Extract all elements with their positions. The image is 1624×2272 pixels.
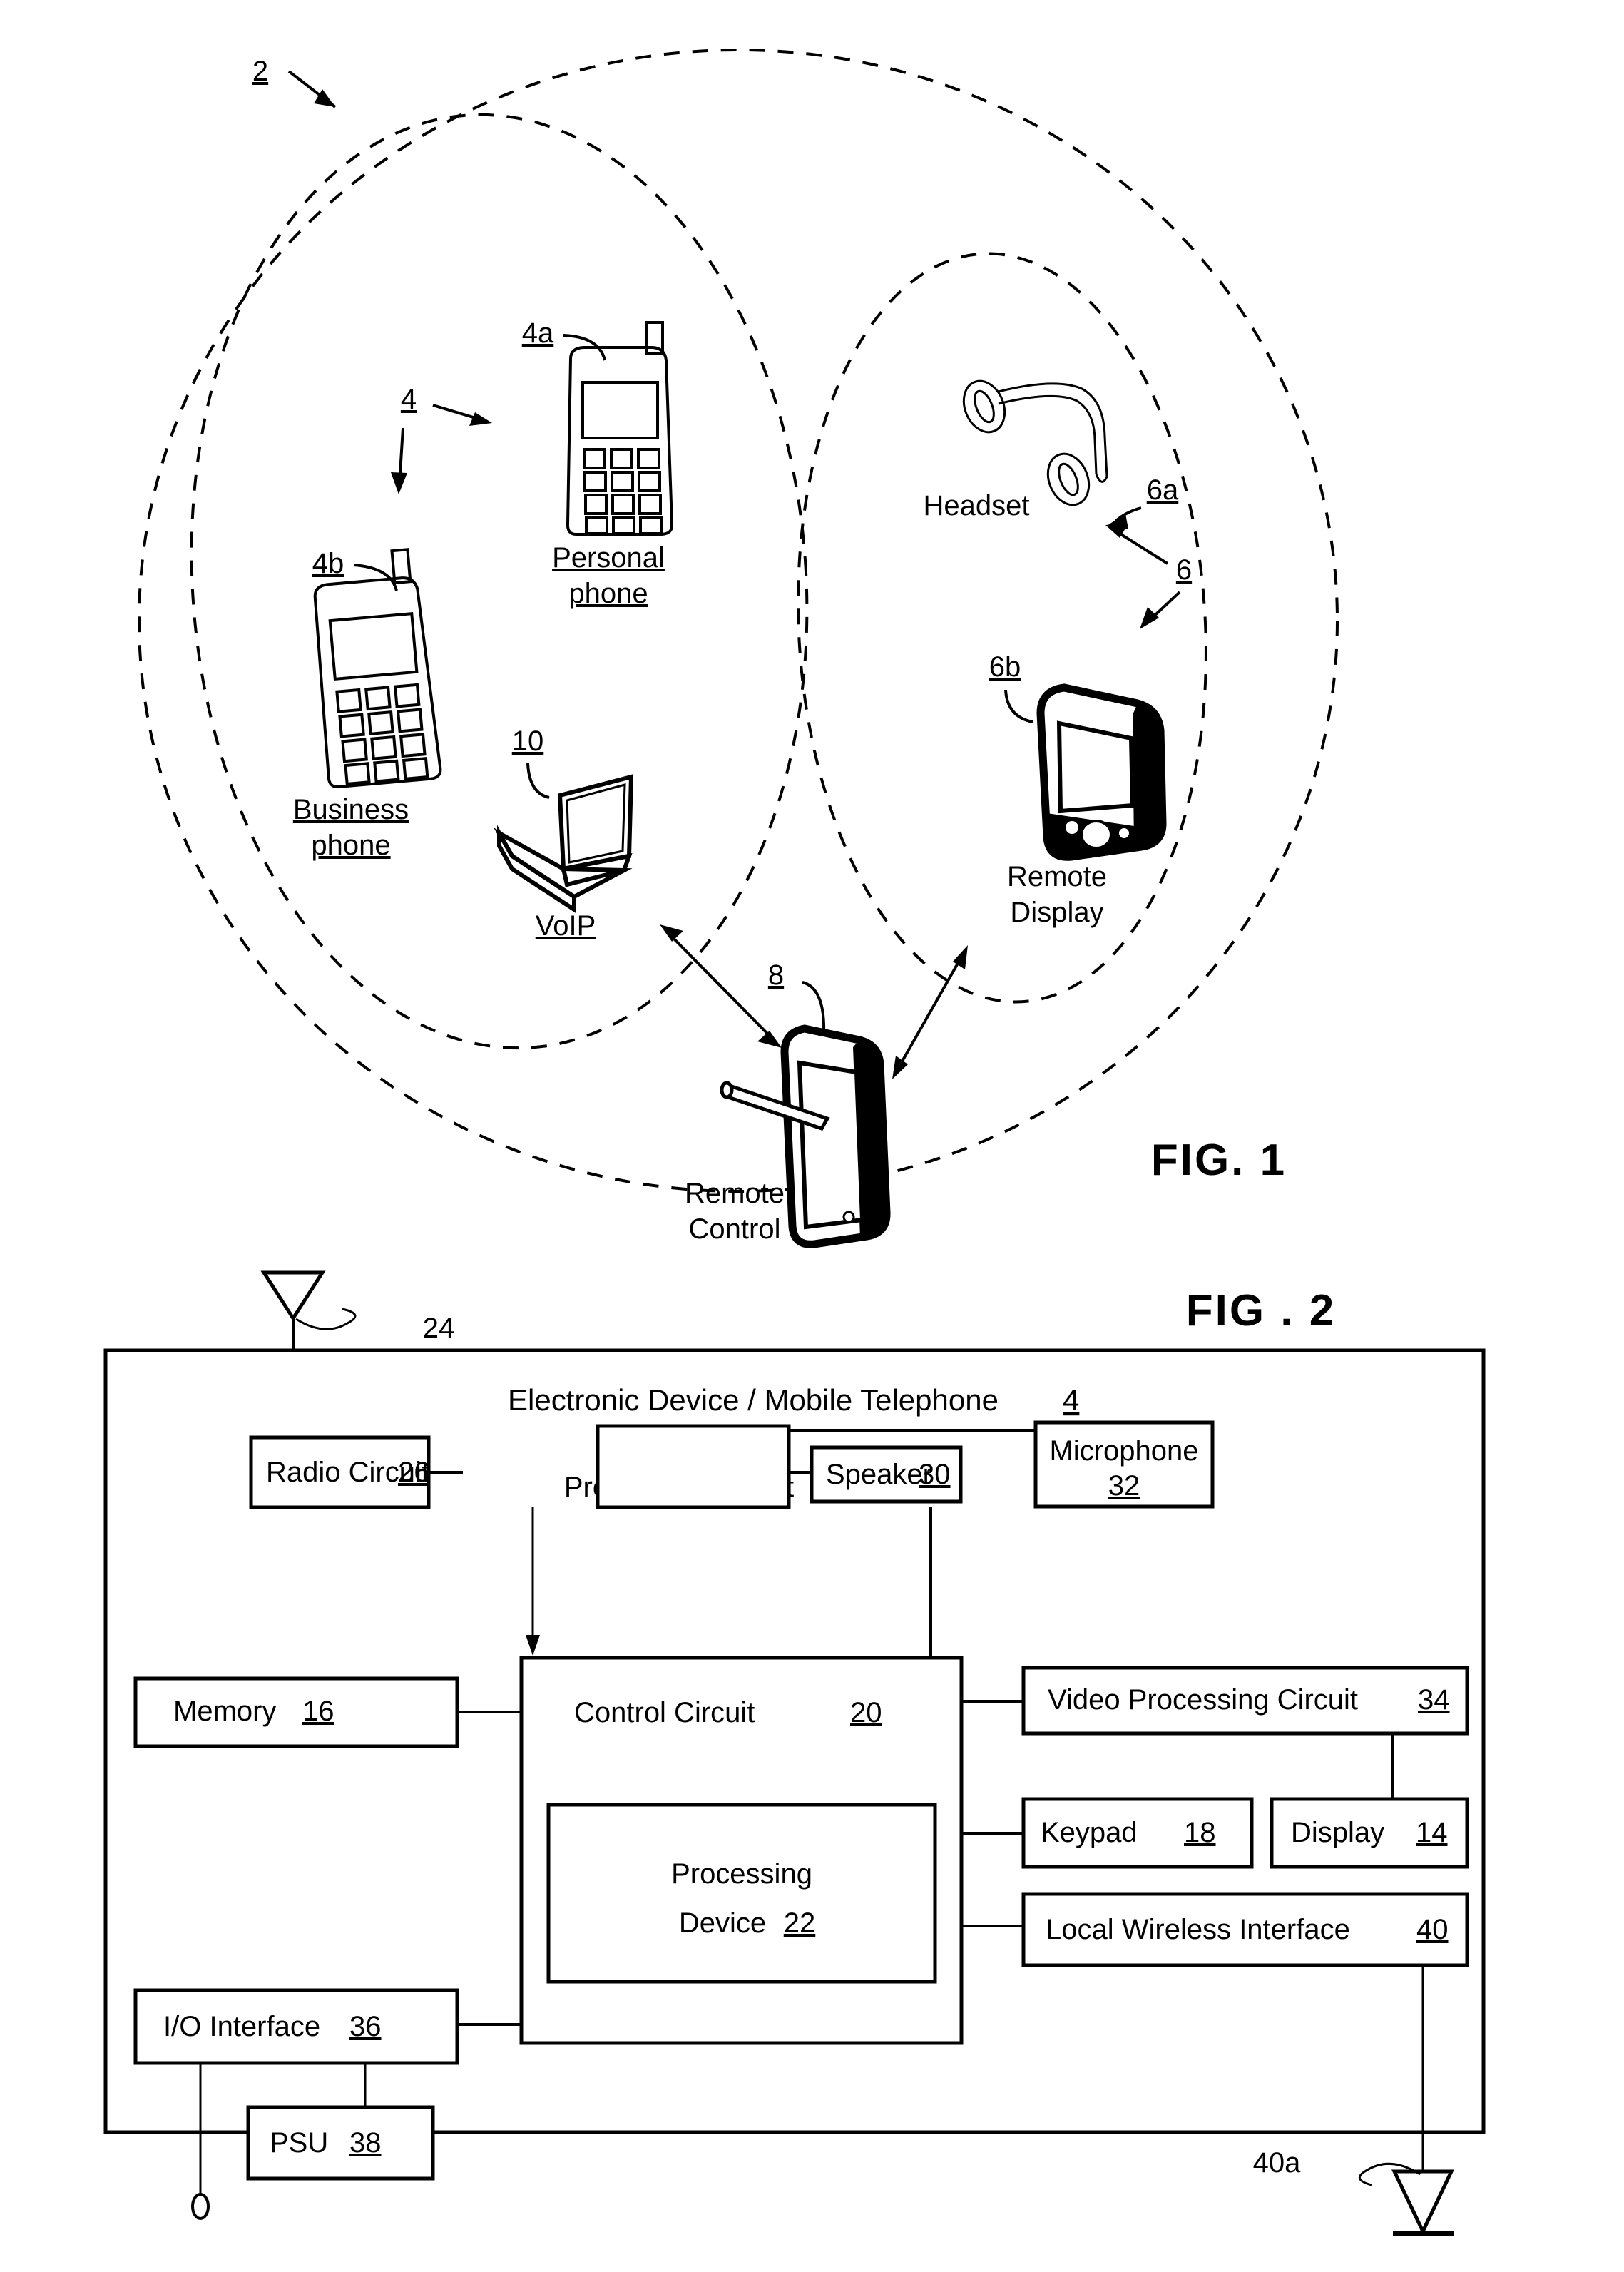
speaker-ref: 30 — [919, 1459, 951, 1490]
fig2-title: FIG . 2 — [1186, 1286, 1336, 1335]
block-local-wireless-interface[interactable]: Local Wireless Interface 40 — [1021, 1892, 1469, 1967]
local-wireless-ref: 40 — [1416, 1914, 1449, 1945]
block-microphone[interactable]: Microphone 32 — [1033, 1420, 1215, 1509]
headset-device: 6a Headset — [924, 379, 1179, 529]
drawing-canvas: 2 4 6 4a Personal phone 4b Business phon… — [103, 49, 1486, 2236]
block-io-interface[interactable]: I/O Interface 36 — [133, 1988, 459, 2065]
ref-label-6a: 6a — [1147, 474, 1179, 506]
block-psu[interactable]: PSU 38 — [246, 2105, 435, 2181]
phone-group-ellipse — [190, 113, 809, 1050]
group-ref-6-callout: 6 — [1105, 524, 1192, 629]
business-phone-label-line1: Business — [293, 794, 409, 825]
link-remote-control-to-accessories — [892, 945, 968, 1079]
processing-device-label-line1: Processing — [671, 1858, 812, 1890]
local-wireless-label: Local Wireless Interface — [1046, 1914, 1350, 1945]
headset-label: Headset — [924, 490, 1030, 521]
link-remote-control-to-phones — [660, 924, 782, 1048]
accessory-group-ellipse — [797, 252, 1207, 1004]
group-ref-4-callout: 4 — [391, 384, 492, 494]
ref-label-4: 4 — [401, 384, 417, 415]
display-label: Display — [1291, 1817, 1384, 1848]
remote-control-label-line1: Remote — [685, 1178, 785, 1209]
block-radio-circuit[interactable]: Radio Circuit 26 — [249, 1435, 431, 1509]
business-phone-device: 4b Business phone — [293, 548, 442, 861]
business-phone-label-line2: phone — [311, 830, 390, 861]
remote-display-device: 6b Remote Display — [989, 651, 1167, 928]
control-circuit-label: Control Circuit — [574, 1697, 755, 1728]
io-interface-ref: 36 — [349, 2011, 382, 2042]
personal-phone-device: 4a Personal phone — [522, 317, 674, 609]
block-keypad[interactable]: Keypad 18 — [1021, 1797, 1254, 1869]
block-video-processing-circuit[interactable]: Video Processing Circuit 34 — [1021, 1666, 1469, 1736]
memory-ref: 16 — [302, 1696, 334, 1727]
figure-1: 2 4 6 4a Personal phone 4b Business phon… — [138, 49, 1339, 1248]
control-circuit-ref: 20 — [850, 1697, 882, 1728]
antenna-bottom-ref-label: 40a — [1253, 2147, 1301, 2179]
fig1-title: FIG. 1 — [1151, 1136, 1287, 1185]
processing-device-ref: 22 — [784, 1907, 816, 1939]
psu-ref: 38 — [349, 2127, 382, 2159]
radio-circuit-ref: 26 — [398, 1457, 430, 1488]
ref-label-6: 6 — [1176, 554, 1192, 586]
block-processing-device[interactable]: Processing Device 22 — [546, 1803, 937, 1984]
microphone-label: Microphone — [1049, 1435, 1198, 1467]
ref-label-2: 2 — [252, 56, 268, 87]
memory-label: Memory — [173, 1696, 276, 1727]
processing-device-label-line2: Device — [679, 1907, 766, 1939]
speaker-label: Speaker — [826, 1459, 932, 1490]
block-control-circuit[interactable]: Control Circuit 20 Processing Device 22 — [519, 1656, 964, 2045]
keypad-label: Keypad — [1041, 1817, 1138, 1848]
ref-label-6b: 6b — [989, 651, 1021, 683]
fig2-header-label: Electronic Device / Mobile Telephone — [508, 1383, 999, 1417]
personal-phone-label-line1: Personal — [552, 542, 665, 574]
video-processing-label: Video Processing Circuit — [1048, 1684, 1358, 1716]
remote-control-label-line2: Control — [689, 1213, 781, 1245]
keypad-ref: 18 — [1184, 1817, 1216, 1848]
ref-label-4a: 4a — [522, 317, 554, 349]
antenna-top-ref-label: 24 — [423, 1313, 455, 1344]
personal-phone-label-line2: phone — [568, 578, 648, 609]
fig2-header: Electronic Device / Mobile Telephone 4 — [508, 1383, 1079, 1417]
figure-2: FIG . 2 24 Electronic Device / Mobile Te… — [103, 1270, 1486, 2236]
voip-laptop-device: 10 VoIP — [494, 725, 634, 942]
video-processing-ref: 34 — [1418, 1684, 1450, 1716]
block-speaker[interactable]: Speaker 30 — [810, 1445, 963, 1504]
block-display[interactable]: Display 14 — [1270, 1797, 1469, 1869]
psu-label: PSU — [270, 2127, 328, 2159]
system-ref-2-callout: 2 — [252, 56, 337, 108]
ref-label-10: 10 — [512, 725, 544, 757]
ref-label-8: 8 — [768, 959, 784, 991]
block-memory[interactable]: Memory 16 — [133, 1676, 459, 1748]
fig2-header-ref: 4 — [1063, 1383, 1079, 1417]
remote-display-label-line1: Remote — [1007, 861, 1107, 892]
patent-drawing-sheet: 2 4 6 4a Personal phone 4b Business phon… — [0, 0, 1624, 2272]
system-boundary-ellipse — [138, 49, 1339, 1193]
voip-label: VoIP — [536, 910, 596, 942]
io-interface-label: I/O Interface — [163, 2011, 320, 2042]
microphone-ref: 32 — [1108, 1470, 1140, 1502]
remote-control-device: 8 Remote Control — [685, 959, 891, 1248]
display-ref: 14 — [1416, 1817, 1448, 1848]
remote-display-label-line2: Display — [1010, 897, 1103, 928]
ref-label-4b: 4b — [312, 548, 344, 579]
